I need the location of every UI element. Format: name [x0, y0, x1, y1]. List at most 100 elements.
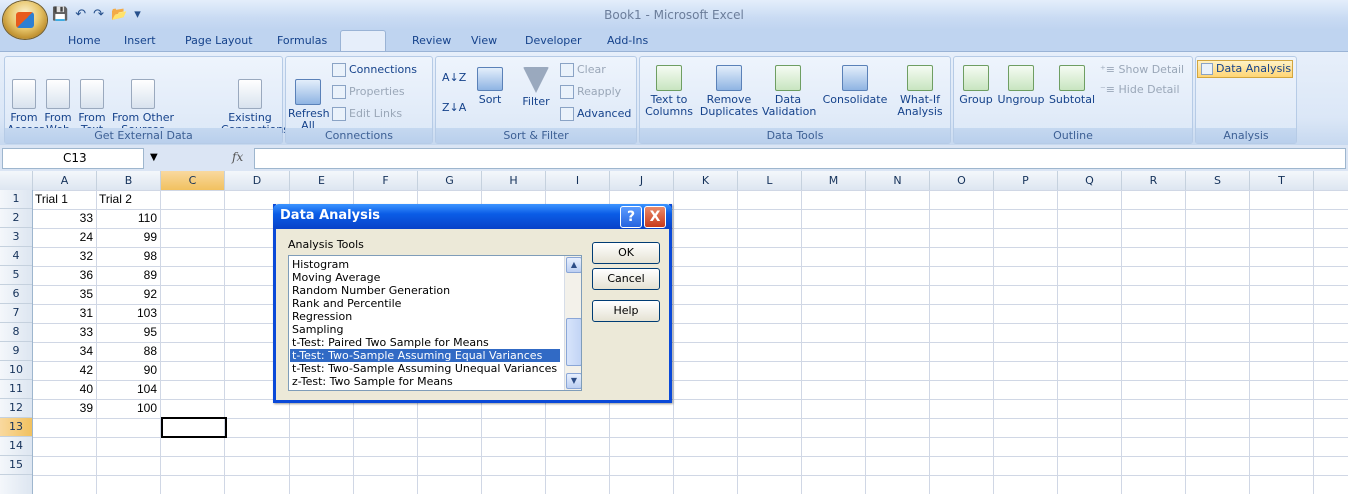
tab-formulas[interactable]: Formulas [277, 34, 327, 47]
scroll-up-icon[interactable]: ▲ [566, 257, 581, 273]
cell[interactable]: 104 [99, 380, 157, 399]
tab-view[interactable]: View [471, 34, 497, 47]
cell[interactable]: 24 [35, 228, 93, 247]
ok-button[interactable]: OK [592, 242, 660, 264]
select-all-corner[interactable] [0, 171, 33, 190]
sort-za-icon[interactable]: Z↓A [442, 101, 466, 114]
column-header-r[interactable]: R [1122, 171, 1186, 190]
row-header-12[interactable]: 12 [0, 399, 32, 418]
cell[interactable]: 110 [99, 209, 157, 228]
column-header-e[interactable]: E [290, 171, 354, 190]
tab-insert[interactable]: Insert [124, 34, 156, 47]
cell[interactable]: 103 [99, 304, 157, 323]
connections-button[interactable]: Connections [332, 63, 417, 77]
reapply-button[interactable]: Reapply [560, 85, 621, 99]
tab-developer[interactable]: Developer [525, 34, 582, 47]
show-detail-button[interactable]: ⁺≡ Show Detail [1100, 63, 1184, 76]
cell[interactable]: 100 [99, 399, 157, 418]
hide-detail-button[interactable]: ⁻≡ Hide Detail [1100, 83, 1180, 96]
column-header-d[interactable]: D [225, 171, 290, 190]
cell[interactable]: 33 [35, 209, 93, 228]
row-header-14[interactable]: 14 [0, 437, 32, 456]
clear-button[interactable]: Clear [560, 63, 606, 77]
column-header-a[interactable]: A [33, 171, 97, 190]
list-item[interactable]: Regression [292, 310, 352, 323]
cell[interactable]: 32 [35, 247, 93, 266]
name-box-dropdown-icon[interactable]: ▼ [150, 148, 162, 167]
dialog-title-bar[interactable]: Data Analysis ? X [273, 204, 672, 229]
column-header-j[interactable]: J [610, 171, 674, 190]
redo-icon[interactable]: ↷ [93, 7, 104, 22]
cell[interactable]: 42 [35, 361, 93, 380]
column-header-c[interactable]: C [161, 171, 225, 190]
list-item[interactable]: Random Number Generation [292, 284, 450, 297]
column-header-h[interactable]: H [482, 171, 546, 190]
tab-add-ins[interactable]: Add-Ins [607, 34, 648, 47]
formula-input[interactable] [254, 148, 1346, 169]
cell[interactable]: 88 [99, 342, 157, 361]
data-analysis-button[interactable]: Data Analysis [1197, 60, 1293, 78]
row-header-10[interactable]: 10 [0, 361, 32, 380]
list-item[interactable]: Sampling [292, 323, 344, 336]
scroll-thumb[interactable] [566, 318, 581, 366]
properties-button[interactable]: Properties [332, 85, 405, 99]
row-header-15[interactable]: 15 [0, 456, 32, 475]
qat-dropdown-icon[interactable]: ▾ [134, 7, 141, 22]
row-header-3[interactable]: 3 [0, 228, 32, 247]
cell[interactable]: 34 [35, 342, 93, 361]
sort-button[interactable]: Sort [474, 67, 506, 106]
column-header-t[interactable]: T [1250, 171, 1314, 190]
cell[interactable]: 39 [35, 399, 93, 418]
list-scrollbar[interactable]: ▲ ▼ [564, 256, 581, 390]
edit-links-button[interactable]: Edit Links [332, 107, 402, 121]
cell[interactable]: Trial 1 [35, 190, 93, 209]
list-item[interactable]: z-Test: Two Sample for Means [292, 375, 453, 388]
row-header-9[interactable]: 9 [0, 342, 32, 361]
consolidate-button[interactable]: Consolidate [820, 65, 890, 106]
remove-duplicates-button[interactable]: Remove Duplicates [698, 65, 760, 118]
cell[interactable]: 95 [99, 323, 157, 342]
worksheet-grid[interactable]: Trial 1 Trial 2 33 24 32 36 35 31 33 34 42 40 39 110 9… [33, 190, 1348, 494]
column-header-s[interactable]: S [1186, 171, 1250, 190]
cell[interactable]: 92 [99, 285, 157, 304]
tab-page-layout[interactable]: Page Layout [185, 34, 253, 47]
column-header-n[interactable]: N [866, 171, 930, 190]
list-item[interactable]: t-Test: Two-Sample Assuming Equal Varian… [290, 349, 560, 362]
open-folder-icon[interactable]: 📂 [111, 7, 127, 22]
dialog-help-icon[interactable]: ? [620, 206, 642, 228]
ungroup-button[interactable]: Ungroup [996, 65, 1046, 106]
tab-home[interactable]: Home [68, 34, 100, 47]
undo-icon[interactable]: ↶ [75, 7, 86, 22]
name-box[interactable]: C13 [2, 148, 144, 169]
dialog-close-icon[interactable]: X [644, 206, 666, 228]
analysis-tools-list[interactable]: ▲ ▼ Histogram Moving Average Random Number… [288, 255, 582, 391]
cancel-button[interactable]: Cancel [592, 268, 660, 290]
row-header-6[interactable]: 6 [0, 285, 32, 304]
cell[interactable]: Trial 2 [99, 190, 157, 209]
subtotal-button[interactable]: Subtotal [1048, 65, 1096, 106]
cell[interactable]: 35 [35, 285, 93, 304]
list-item[interactable]: Rank and Percentile [292, 297, 401, 310]
list-item[interactable]: Moving Average [292, 271, 380, 284]
cell[interactable]: 90 [99, 361, 157, 380]
cell[interactable]: 36 [35, 266, 93, 285]
cell[interactable]: 40 [35, 380, 93, 399]
row-header-2[interactable]: 2 [0, 209, 32, 228]
row-header-4[interactable]: 4 [0, 247, 32, 266]
row-header-11[interactable]: 11 [0, 380, 32, 399]
cell[interactable]: 98 [99, 247, 157, 266]
save-icon[interactable]: 💾 [52, 7, 68, 22]
column-header-g[interactable]: G [418, 171, 482, 190]
insert-function-icon[interactable]: fx [232, 148, 250, 167]
data-validation-button[interactable]: Data Validation [762, 65, 816, 118]
column-header-p[interactable]: P [994, 171, 1058, 190]
text-to-columns-button[interactable]: Text to Columns [644, 65, 694, 118]
column-header-i[interactable]: I [546, 171, 610, 190]
filter-button[interactable]: Filter [518, 67, 554, 108]
what-if-analysis-button[interactable]: What-If Analysis [894, 65, 946, 118]
office-button[interactable] [3, 1, 47, 39]
column-header-b[interactable]: B [97, 171, 161, 190]
help-button[interactable]: Help [592, 300, 660, 322]
advanced-button[interactable]: Advanced [560, 107, 631, 121]
list-item[interactable]: t-Test: Paired Two Sample for Means [292, 336, 489, 349]
